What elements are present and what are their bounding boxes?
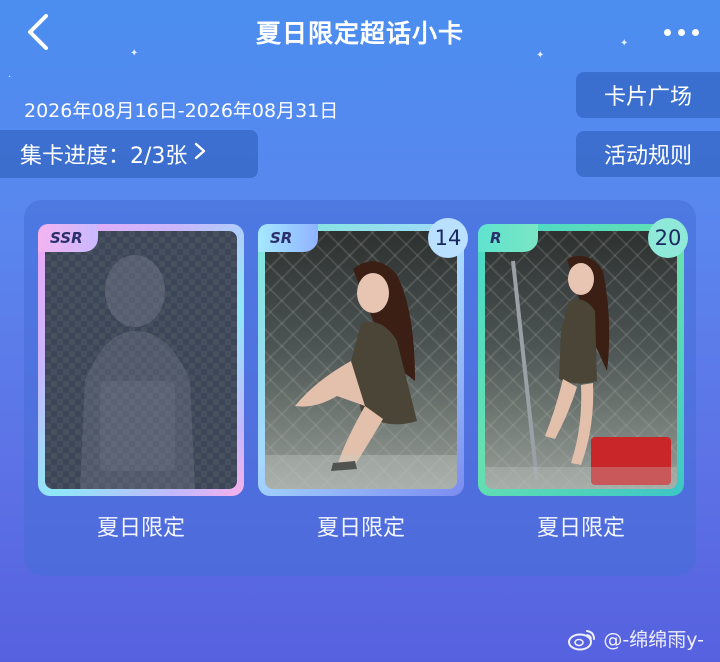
collection-progress-button[interactable]: 集卡进度：2/3张: [0, 130, 258, 178]
card-item-r[interactable]: R 20 夏日限定: [478, 218, 688, 542]
progress-label: 集卡进度：2/3张: [20, 144, 188, 169]
card-count-badge: 20: [648, 218, 688, 258]
more-options-button[interactable]: [656, 22, 706, 42]
more-dots-icon: [663, 28, 671, 36]
rarity-badge: R: [478, 224, 538, 252]
weibo-logo-icon: [568, 629, 596, 650]
sparkle-decoration: ·: [8, 72, 12, 83]
sparkle-decoration: ✦: [536, 50, 545, 61]
watermark-text: @-绵绵雨y-: [603, 629, 704, 651]
card-item-ssr[interactable]: SSR 夏日限定: [38, 224, 244, 542]
event-date-range: 2026年08月16日-2026年08月31日: [24, 100, 339, 122]
chevron-right-icon: [193, 141, 207, 167]
card-frame: SR 14: [258, 218, 468, 496]
photo-figure-icon: [265, 261, 457, 489]
photo-figure-icon: [485, 255, 677, 489]
card-label: 夏日限定: [316, 516, 405, 541]
rules-button[interactable]: 活动规则: [576, 131, 720, 177]
locked-card-image: [45, 231, 237, 489]
card-frame: R 20: [478, 218, 688, 496]
weibo-watermark: @-绵绵雨y-: [567, 625, 704, 652]
card-photo: [265, 231, 457, 489]
card-photo: [485, 231, 677, 489]
card-collection-panel: SSR 夏日限定 SR 14 夏日限定 R 20 夏日限定: [24, 200, 696, 576]
more-dots-icon: [677, 28, 685, 36]
card-frame: SSR: [38, 224, 244, 496]
card-square-button[interactable]: 卡片广场: [576, 72, 720, 118]
rarity-badge: SSR: [38, 224, 98, 252]
card-count-badge: 14: [428, 218, 468, 258]
card-label: 夏日限定: [96, 516, 185, 541]
more-dots-icon: [691, 28, 699, 36]
rarity-badge: SR: [258, 224, 318, 252]
silhouette-icon: [80, 255, 195, 489]
page-title: 夏日限定超话小卡: [255, 19, 464, 48]
card-label: 夏日限定: [536, 516, 625, 541]
card-item-sr[interactable]: SR 14 夏日限定: [258, 218, 468, 542]
